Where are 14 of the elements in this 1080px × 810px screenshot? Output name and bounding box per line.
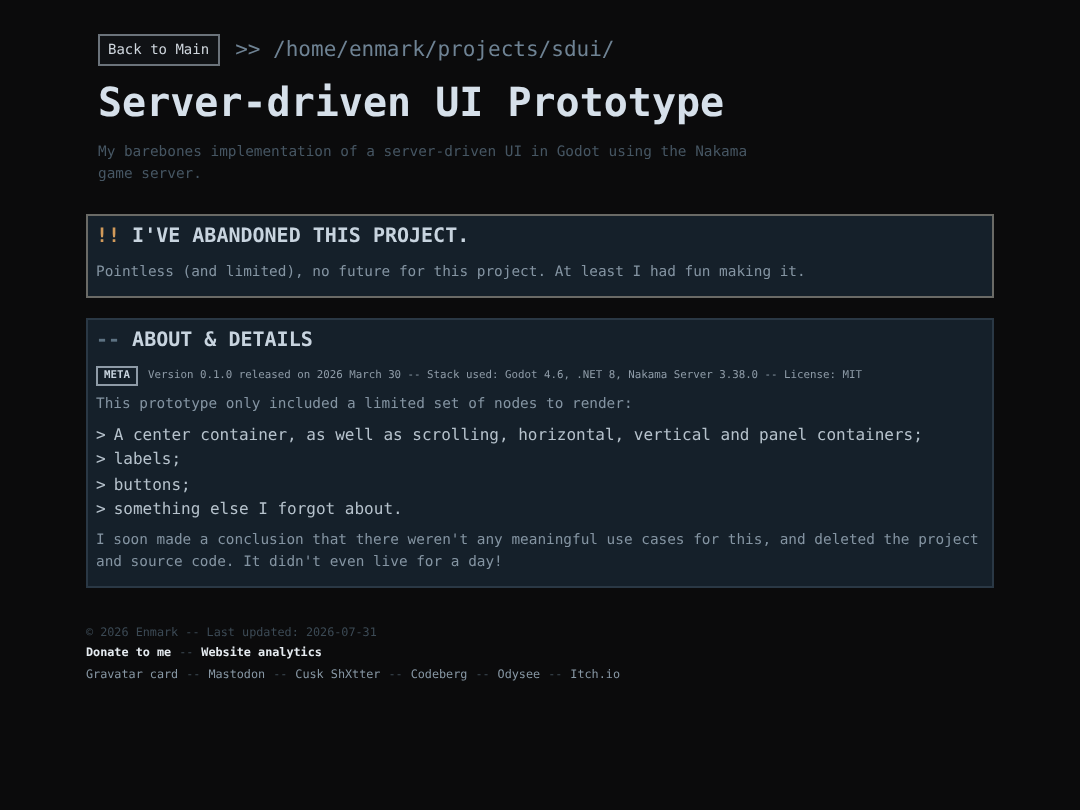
notice-heading: I'VE ABANDONED THIS PROJECT.: [132, 226, 470, 249]
list-bullet: >: [96, 448, 106, 473]
page-title: Server-driven UI Prototype: [98, 76, 727, 128]
notice-marker: !!: [96, 226, 121, 249]
list-bullet: >: [96, 473, 106, 498]
list-item: buttons;: [113, 473, 191, 498]
breadcrumb-path: >> /home/enmark/projects/sdui/: [235, 38, 615, 62]
section-heading: ABOUT & DETAILS: [132, 330, 313, 353]
list-item: something else I forgot about.: [113, 498, 403, 523]
list-item: A center container, as well as scrolling, horizontal, vertical and panel containers;: [113, 423, 923, 448]
list-bullet: >: [96, 423, 106, 448]
section-marker: --: [96, 330, 121, 353]
list-bullet: >: [96, 498, 106, 523]
list-item: labels;: [113, 448, 182, 473]
